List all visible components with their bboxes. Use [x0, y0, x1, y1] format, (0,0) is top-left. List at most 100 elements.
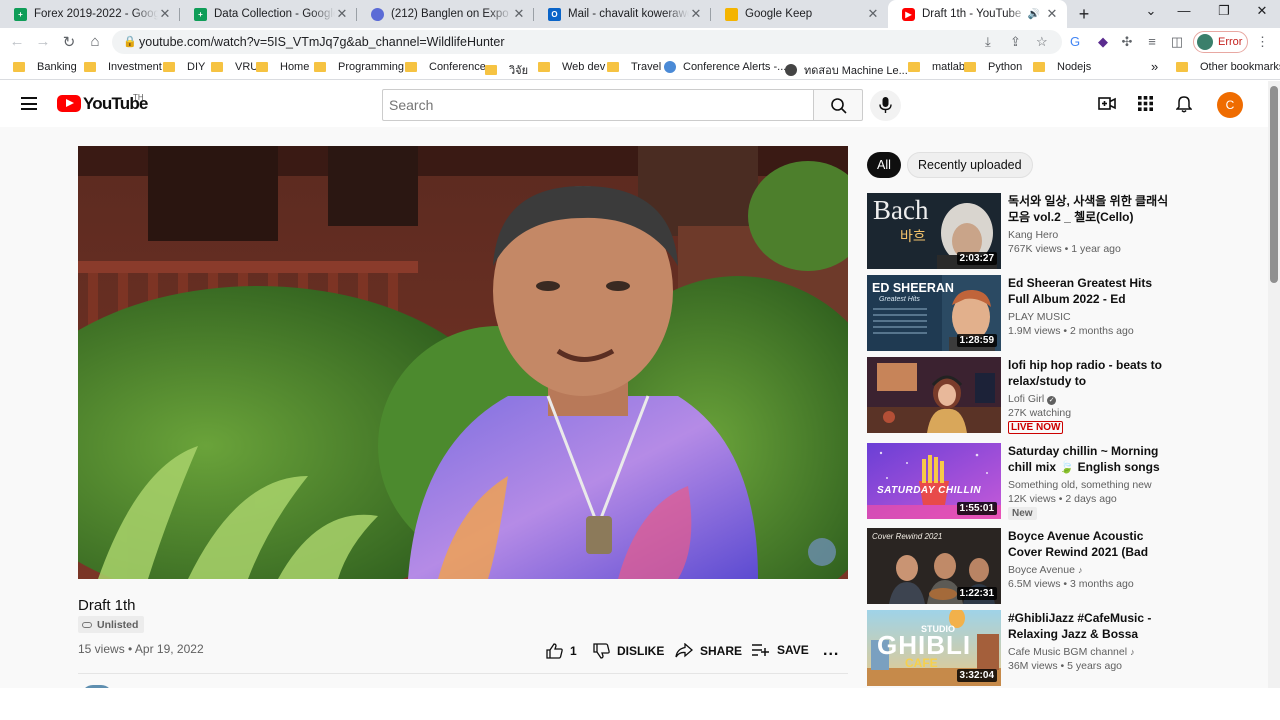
recommended-title[interactable]: 독서와 일상, 사색을 위한 클래식 모음 vol.2 _ 첼로(Cello)	[1008, 193, 1173, 225]
channel-name[interactable]: Boyce Avenue	[1008, 564, 1075, 576]
video-thumbnail[interactable]: Bach 바흐 2:03:27	[867, 193, 1001, 269]
recommended-video[interactable]: Cover Rewind 2021 1:22:31 Boyce Avenue A…	[867, 528, 1177, 604]
browser-menu-icon[interactable]: ⋮	[1256, 34, 1269, 50]
lock-icon[interactable]: 🔒	[123, 35, 137, 48]
close-tab-icon[interactable]: ✕	[158, 6, 172, 22]
speaker-icon[interactable]: 🔊	[1028, 9, 1040, 20]
close-tab-icon[interactable]: ✕	[512, 6, 526, 22]
bookmarks-overflow[interactable]: »	[1151, 59, 1158, 74]
bookmark-folder[interactable]: DIY	[163, 61, 205, 73]
bookmark-folder[interactable]: VRU	[211, 61, 258, 73]
recommended-video[interactable]: STUDIO GHIBLI CAFE 3:32:04 #GhibliJazz #…	[867, 610, 1177, 686]
close-tab-icon[interactable]: ✕	[1045, 6, 1059, 22]
video-thumbnail[interactable]: Cover Rewind 2021 1:22:31	[867, 528, 1001, 604]
side-panel-icon[interactable]: ◫	[1169, 34, 1185, 50]
recommended-video[interactable]: ED SHEERAN Greatest Hits 1:28:59 Ed Shee…	[867, 275, 1177, 351]
new-tab-icon[interactable]: +	[1074, 4, 1094, 25]
recommended-video[interactable]: lofi hip hop radio - beats to relax/stud…	[867, 357, 1177, 434]
search-box[interactable]	[382, 89, 814, 121]
chip-all[interactable]: All	[867, 152, 901, 178]
bookmark-folder[interactable]: Python	[964, 61, 1022, 73]
tab-title: Mail - chavalit kowerawong - Outlook	[568, 8, 689, 20]
voice-search-button[interactable]	[870, 90, 901, 121]
recommended-title[interactable]: Boyce Avenue Acoustic Cover Rewind 2021 …	[1008, 528, 1173, 560]
close-window-icon[interactable]: ✕	[1252, 3, 1272, 19]
channel-name[interactable]: PLAY MUSIC	[1008, 311, 1071, 323]
forward-icon[interactable]: →	[34, 33, 52, 50]
other-bookmarks[interactable]: Other bookmarks	[1176, 61, 1280, 73]
bookmark-folder[interactable]: Programming	[314, 61, 404, 73]
close-tab-icon[interactable]: ✕	[866, 6, 880, 22]
bookmark-folder[interactable]: Travel	[607, 61, 661, 73]
search-input[interactable]	[383, 90, 813, 120]
recommended-title[interactable]: lofi hip hop radio - beats to relax/stud…	[1008, 357, 1173, 389]
browser-tab[interactable]: (212) Banglen on Expo Development ✕	[357, 0, 534, 28]
minimize-icon[interactable]: —	[1174, 3, 1194, 18]
media-control-icon[interactable]: ≡	[1144, 34, 1160, 49]
profile-error-button[interactable]: Error	[1193, 31, 1248, 53]
tab-search-icon[interactable]: ⌄	[1141, 3, 1161, 19]
bookmark-star-icon[interactable]: ☆	[1036, 34, 1048, 50]
chip-recently-uploaded[interactable]: Recently uploaded	[907, 152, 1033, 178]
video-thumbnail[interactable]: ED SHEERAN Greatest Hits 1:28:59	[867, 275, 1001, 351]
save-button[interactable]: SAVE	[752, 643, 809, 657]
video-thumbnail[interactable]: STUDIO GHIBLI CAFE 3:32:04	[867, 610, 1001, 686]
browser-tab[interactable]: O Mail - chavalit kowerawong - Outlook ✕	[534, 0, 711, 28]
browser-tab[interactable]: + Forex 2019-2022 - Google Sheets ✕	[0, 0, 180, 28]
channel-name[interactable]: Cafe Music BGM channel	[1008, 646, 1127, 658]
scrollbar-thumb[interactable]	[1270, 86, 1278, 283]
bookmark-folder[interactable]: วิจัย	[485, 61, 528, 79]
share-button[interactable]: SHARE	[675, 643, 742, 658]
close-tab-icon[interactable]: ✕	[335, 6, 349, 22]
bookmark-link[interactable]: Conference Alerts -...	[664, 61, 786, 73]
more-actions-icon[interactable]: ...	[823, 642, 839, 660]
bookmark-folder[interactable]: matlab	[908, 61, 965, 73]
page-scrollbar[interactable]	[1268, 81, 1280, 688]
dislike-button[interactable]: DISLIKE	[593, 643, 664, 659]
recommended-title[interactable]: Ed Sheeran Greatest Hits Full Album 2022…	[1008, 275, 1173, 307]
bookmark-folder[interactable]: Web dev	[538, 61, 605, 73]
recommended-title[interactable]: Saturday chillin ~ Morning chill mix 🍃 E…	[1008, 443, 1173, 475]
like-button[interactable]: 1	[546, 643, 577, 659]
maximize-icon[interactable]: ❐	[1214, 3, 1234, 19]
channel-name[interactable]: Something old, something new	[1008, 479, 1152, 491]
video-player[interactable]	[78, 146, 848, 579]
video-thumbnail[interactable]: SATURDAY CHILLIN 1:55:01	[867, 443, 1001, 519]
search-button[interactable]	[813, 89, 863, 121]
channel-name-row[interactable]: Lofi Girl ✓	[1008, 393, 1057, 405]
youtube-logo-icon[interactable]	[57, 95, 81, 112]
browser-tab-active[interactable]: ▶ Draft 1th - YouTube 🔊 ✕	[888, 0, 1067, 28]
close-tab-icon[interactable]: ✕	[689, 6, 703, 22]
menu-icon[interactable]	[21, 97, 37, 110]
browser-tab[interactable]: + Data Collection - Google Sheets ✕	[180, 0, 357, 28]
url-text[interactable]: youtube.com/watch?v=5IS_VTmJq7g&ab_chann…	[139, 35, 505, 49]
bookmark-folder[interactable]: Home	[256, 61, 309, 73]
channel-name[interactable]: Lofi Girl	[1008, 393, 1044, 405]
recommended-video[interactable]: SATURDAY CHILLIN 1:55:01 Saturday chilli…	[867, 443, 1177, 520]
home-icon[interactable]: ⌂	[86, 33, 104, 50]
recommended-video[interactable]: Bach 바흐 2:03:27 독서와 일상, 사색을 위한 클래식 모음 vo…	[867, 193, 1177, 269]
video-thumbnail[interactable]	[867, 357, 1001, 433]
account-avatar[interactable]: C	[1217, 92, 1243, 118]
channel-name[interactable]: Kang Hero	[1008, 229, 1058, 241]
bookmark-folder[interactable]: Conference	[405, 61, 486, 73]
create-video-icon[interactable]	[1098, 96, 1116, 111]
channel-name-row[interactable]: Cafe Music BGM channel ♪	[1008, 646, 1135, 658]
browser-tab[interactable]: Google Keep ✕	[711, 0, 888, 28]
recommended-title[interactable]: #GhibliJazz #CafeMusic - Relaxing Jazz &…	[1008, 610, 1173, 642]
reload-icon[interactable]: ↻	[60, 33, 78, 51]
notifications-bell-icon[interactable]	[1176, 95, 1192, 113]
bookmark-folder[interactable]: Investment	[84, 61, 162, 73]
share-page-icon[interactable]: ⇪	[1010, 34, 1021, 50]
translate-icon[interactable]: G	[1067, 34, 1083, 49]
address-bar[interactable]: 🔒 youtube.com/watch?v=5IS_VTmJq7g&ab_cha…	[112, 30, 1062, 54]
install-icon[interactable]: ⤓	[985, 34, 991, 50]
apps-grid-icon[interactable]	[1138, 96, 1153, 111]
puzzle-icon[interactable]: ✣	[1119, 34, 1135, 50]
channel-name-row[interactable]: Boyce Avenue ♪	[1008, 564, 1082, 576]
back-icon[interactable]: ←	[8, 33, 26, 50]
bookmark-folder[interactable]: Nodejs	[1033, 61, 1091, 73]
extension-icon[interactable]: ◆	[1095, 34, 1111, 50]
bookmark-link[interactable]: ทดสอบ Machine Le...	[785, 61, 908, 79]
bookmark-folder[interactable]: Banking	[13, 61, 77, 73]
